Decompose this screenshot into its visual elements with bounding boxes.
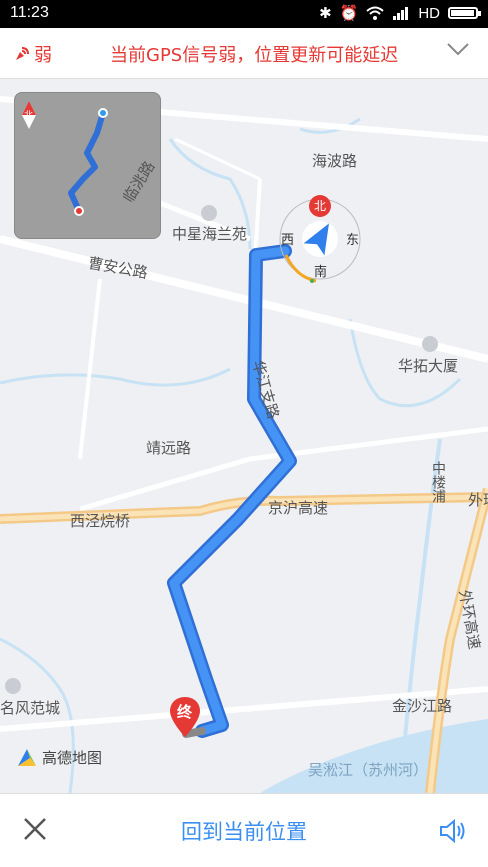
minimap-north-indicator: 北 — [21, 101, 37, 129]
road-label-wai-edge: 外环 — [468, 491, 488, 509]
bottom-bar: 回到当前位置 — [0, 793, 488, 867]
battery-icon — [448, 7, 481, 19]
compass-north-badge: 北 — [309, 195, 331, 217]
road-label-xijing: 西泾烷桥 — [70, 512, 131, 530]
gps-signal-indicator: 弱 — [14, 41, 52, 67]
wifi-icon — [366, 6, 384, 20]
poi-label-huaxia: 华拓大厦 — [398, 357, 459, 375]
road-label-haibo: 海波路 — [312, 152, 358, 170]
road-label-jingyuan: 靖远路 — [146, 439, 192, 457]
compass-north-label: 北 — [313, 199, 326, 213]
return-current-location-label: 回到当前位置 — [181, 820, 307, 844]
alarm-icon: ⏰ — [339, 5, 359, 22]
road-label-jinghu: 京沪高速 — [268, 499, 329, 517]
compass-west-label: 西 — [281, 233, 295, 248]
poi-label-mingfeng: 名风范城 — [0, 699, 61, 717]
network-type: HD — [418, 4, 440, 22]
map-view[interactable]: 北 海波路 临洮路 中星海兰苑 曹安公路 华拓大厦 华江支路 靖远路 西泾烷桥 … — [0, 79, 488, 793]
status-bar: 11:23 ✱ ⏰ HD — [0, 0, 488, 28]
compass-south-label: 南 — [314, 265, 328, 280]
signal-icon — [393, 7, 409, 20]
amap-logo-icon — [18, 748, 36, 766]
river-label-wusong: 吴淞江（苏州河） — [308, 761, 429, 779]
chevron-down-icon[interactable] — [446, 42, 470, 56]
signal-strength-label: 弱 — [34, 45, 52, 66]
speaker-icon[interactable] — [438, 818, 468, 844]
destination-label: 终 — [177, 703, 193, 721]
poi-label-zhongxing: 中星海兰苑 — [172, 225, 248, 243]
status-time: 11:23 — [10, 4, 49, 21]
minimap-north-label: 北 — [24, 111, 34, 121]
bluetooth-icon: ✱ — [319, 5, 332, 22]
gps-warning-message: 当前GPS信号弱，位置更新可能延迟 — [110, 45, 399, 66]
gps-warning-banner: 弱 当前GPS信号弱，位置更新可能延迟 — [0, 28, 488, 79]
amap-logo: 高德地图 — [16, 747, 102, 768]
satellite-icon — [16, 47, 29, 60]
road-label-jinsha: 金沙江路 — [392, 697, 453, 715]
compass-east-label: 东 — [346, 233, 360, 248]
amap-logo-text: 高德地图 — [42, 749, 103, 767]
road-label-zhonglou: 中楼浦 — [430, 461, 446, 503]
destination-marker[interactable]: 终 — [170, 697, 200, 737]
return-current-location-button[interactable]: 回到当前位置 — [0, 816, 488, 846]
current-position-compass[interactable]: 北 西 东 南 — [276, 195, 364, 283]
status-icons: ✱ ⏰ HD — [319, 4, 481, 22]
